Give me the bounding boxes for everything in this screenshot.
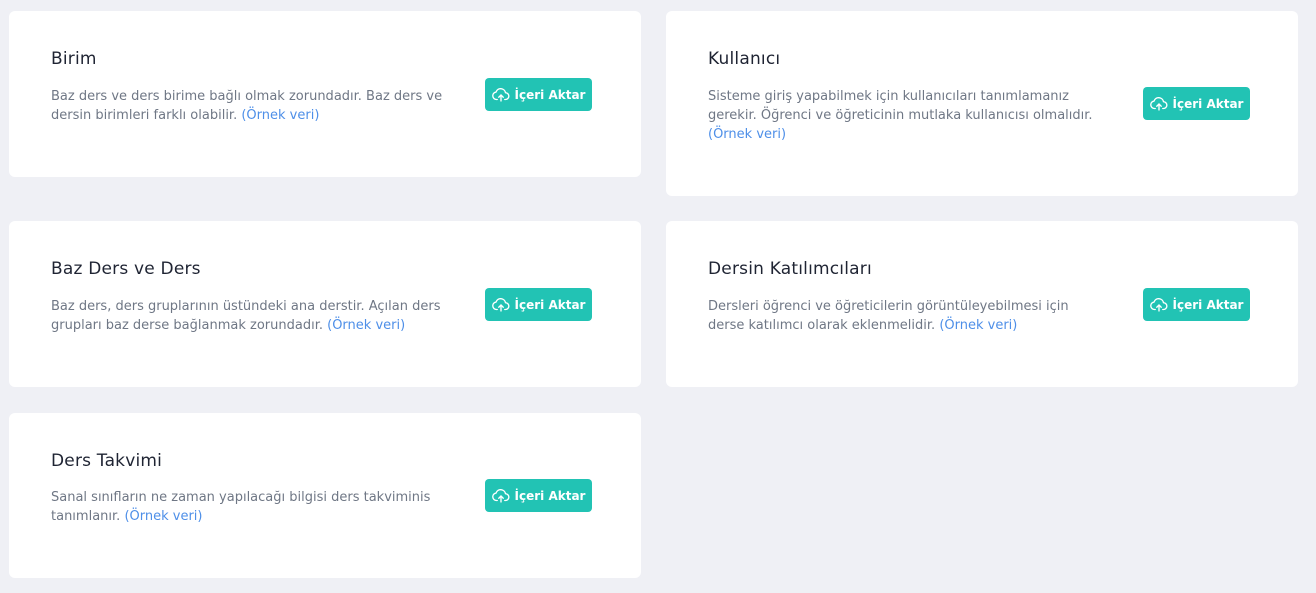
sample-data-link[interactable]: (Örnek veri): [327, 318, 405, 333]
cloud-upload-icon: [491, 297, 509, 312]
import-button-label: İçeri Aktar: [1172, 297, 1244, 312]
sample-data-link[interactable]: (Örnek veri): [939, 318, 1017, 333]
card-title: Ders Takvimi: [51, 451, 163, 471]
card-description-text: Sanal sınıfların ne zaman yapılacağı bil…: [51, 490, 431, 524]
import-button-label: İçeri Aktar: [514, 297, 586, 312]
card-description: Baz ders ve ders birime bağlı olmak zoru…: [51, 87, 451, 125]
card-description: Sisteme giriş yapabilmek için kullanıcıl…: [708, 87, 1098, 144]
sample-data-link[interactable]: (Örnek veri): [241, 108, 319, 123]
card-description: Baz ders, ders gruplarının üstündeki ana…: [51, 297, 446, 335]
import-card-dersin-katilimcilari: Dersin Katılımcıları Dersleri öğrenci ve…: [666, 221, 1298, 387]
sample-data-link[interactable]: (Örnek veri): [124, 509, 202, 524]
import-button[interactable]: İçeri Aktar: [1143, 288, 1250, 321]
import-button[interactable]: İçeri Aktar: [485, 288, 592, 321]
import-button-label: İçeri Aktar: [514, 87, 586, 102]
card-title: Birim: [51, 49, 97, 69]
card-title: Baz Ders ve Ders: [51, 259, 201, 279]
import-card-ders-takvimi: Ders Takvimi Sanal sınıfların ne zaman y…: [9, 413, 641, 578]
import-card-baz-ders-ve-ders: Baz Ders ve Ders Baz ders, ders grupları…: [9, 221, 641, 387]
cloud-upload-icon: [1149, 96, 1167, 111]
sample-data-link[interactable]: (Örnek veri): [708, 127, 786, 142]
cloud-upload-icon: [1149, 297, 1167, 312]
import-button[interactable]: İçeri Aktar: [485, 479, 592, 512]
cloud-upload-icon: [491, 87, 509, 102]
import-card-birim: Birim Baz ders ve ders birime bağlı olma…: [9, 11, 641, 177]
cloud-upload-icon: [491, 488, 509, 503]
import-card-kullanici: Kullanıcı Sisteme giriş yapabilmek için …: [666, 11, 1298, 196]
import-button[interactable]: İçeri Aktar: [1143, 87, 1250, 120]
card-title: Dersin Katılımcıları: [708, 259, 872, 279]
card-title: Kullanıcı: [708, 49, 781, 69]
import-button-label: İçeri Aktar: [514, 488, 586, 503]
import-button[interactable]: İçeri Aktar: [485, 78, 592, 111]
card-description-text: Sisteme giriş yapabilmek için kullanıcıl…: [708, 89, 1093, 123]
card-description: Dersleri öğrenci ve öğreticilerin görünt…: [708, 297, 1108, 335]
card-description: Sanal sınıfların ne zaman yapılacağı bil…: [51, 488, 446, 526]
import-button-label: İçeri Aktar: [1172, 96, 1244, 111]
